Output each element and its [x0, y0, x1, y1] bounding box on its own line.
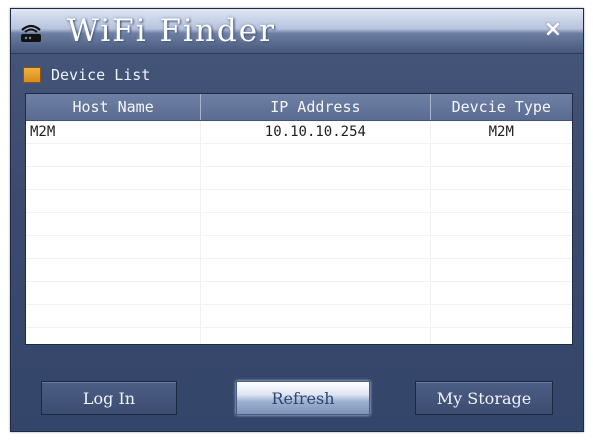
empty-row	[26, 327, 572, 344]
empty-row	[26, 304, 572, 328]
folder-icon	[23, 67, 41, 83]
empty-row	[26, 166, 572, 190]
device-table: Host Name IP Address Devcie Type M2M 10.…	[26, 94, 572, 344]
window-title: WiFi Finder	[67, 13, 276, 49]
wifi-finder-window: WiFi Finder × Device List Host Name IP A…	[10, 8, 584, 432]
section-title: Device List	[51, 66, 151, 84]
table-row[interactable]: M2M 10.10.10.254 M2M	[26, 120, 572, 144]
refresh-button[interactable]: Refresh	[236, 381, 370, 415]
table-header-row: Host Name IP Address Devcie Type	[26, 94, 572, 121]
my-storage-button[interactable]: My Storage	[415, 381, 553, 415]
column-header-ip-address[interactable]: IP Address	[200, 94, 431, 121]
empty-row	[26, 258, 572, 282]
column-header-device-type[interactable]: Devcie Type	[430, 94, 572, 121]
ip-address-cell: 10.10.10.254	[200, 120, 431, 144]
router-icon	[21, 24, 41, 42]
login-button[interactable]: Log In	[41, 381, 177, 415]
close-icon[interactable]: ×	[543, 19, 563, 41]
host-name-cell: M2M	[26, 120, 202, 144]
device-type-cell: M2M	[430, 120, 572, 144]
empty-row	[26, 212, 572, 236]
empty-row	[26, 281, 572, 305]
device-list-header: Device List	[23, 65, 150, 85]
empty-row	[26, 189, 572, 213]
empty-row	[26, 143, 572, 167]
column-header-host-name[interactable]: Host Name	[26, 94, 202, 121]
empty-row	[26, 235, 572, 259]
device-list[interactable]: Host Name IP Address Devcie Type M2M 10.…	[25, 93, 573, 345]
title-bar[interactable]: WiFi Finder ×	[11, 9, 583, 54]
